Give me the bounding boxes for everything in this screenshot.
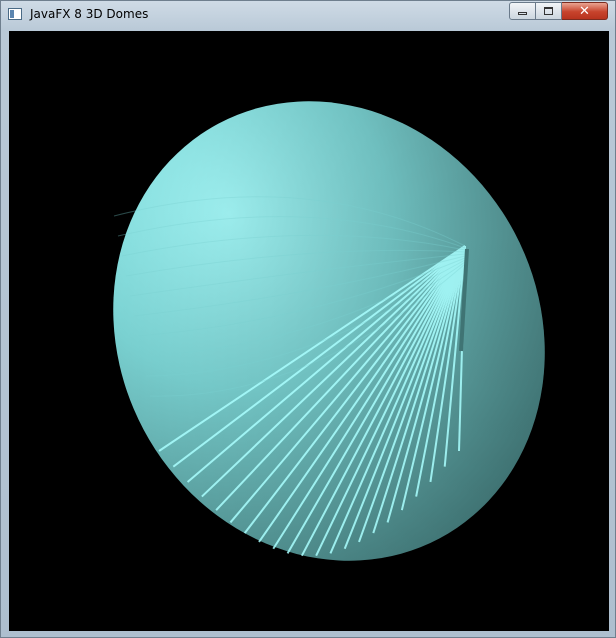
dome-render: [113, 101, 545, 561]
app-window-icon[interactable]: [8, 8, 22, 20]
close-button[interactable]: ✕: [562, 2, 608, 20]
maximize-button[interactable]: [536, 2, 562, 20]
dome-shading: [113, 101, 545, 561]
maximize-icon: [544, 7, 553, 15]
dome-mesh: [113, 101, 545, 561]
window-controls: ✕: [509, 2, 608, 21]
close-icon: ✕: [579, 3, 590, 19]
3d-scene-canvas[interactable]: [9, 31, 609, 631]
window-title: JavaFX 8 3D Domes: [30, 7, 149, 21]
minimize-icon: [518, 12, 527, 15]
title-bar[interactable]: JavaFX 8 3D Domes ✕: [1, 1, 615, 29]
app-window: JavaFX 8 3D Domes ✕: [0, 0, 616, 638]
minimize-button[interactable]: [509, 2, 536, 20]
